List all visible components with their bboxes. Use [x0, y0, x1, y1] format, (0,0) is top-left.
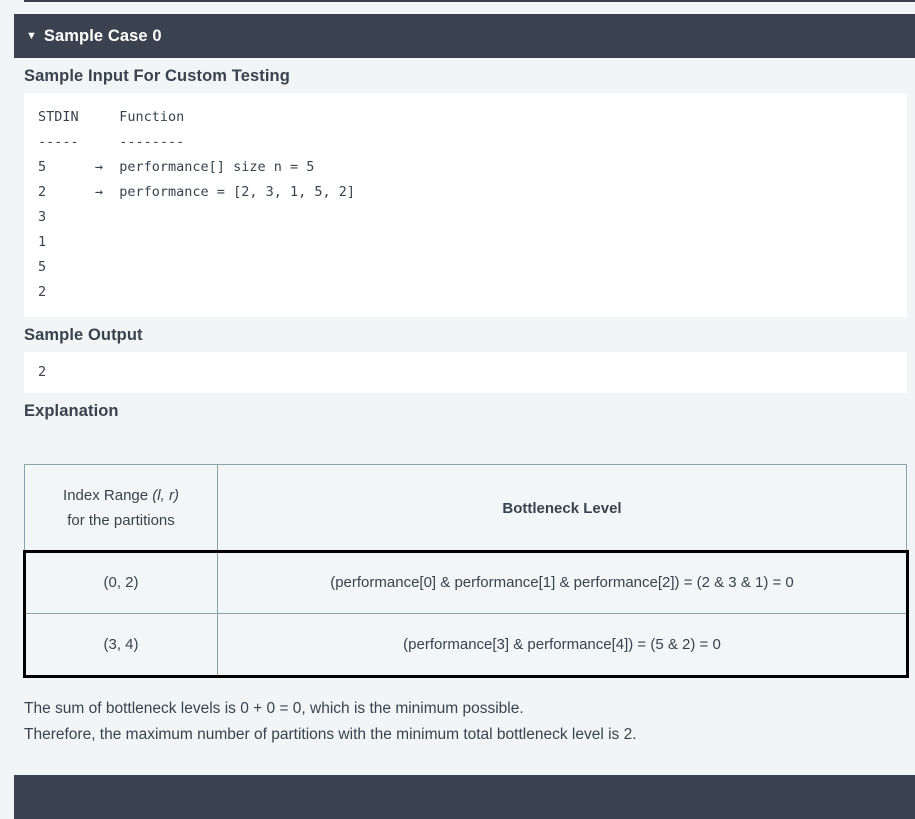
- top-divider: [24, 0, 915, 2]
- bottleneck-table-body: (0, 2) (performance[0] & performance[1] …: [22, 549, 909, 678]
- cell-index-range: (0, 2): [24, 551, 218, 614]
- bottleneck-table: Index Range (l, r) for the partitions Bo…: [22, 464, 909, 678]
- cell-bottleneck-level: (performance[0] & performance[1] & perfo…: [217, 551, 907, 614]
- explanation-line-2: Therefore, the maximum number of partiti…: [24, 726, 637, 743]
- sample-output-heading: Sample Output: [24, 326, 143, 344]
- sample-case-header[interactable]: ▼ Sample Case 0: [14, 14, 915, 58]
- index-range-label: Index Range: [63, 487, 153, 504]
- cell-index-range: (3, 4): [24, 613, 218, 676]
- sample-input-code: STDIN Function ----- -------- 5 → perfor…: [38, 109, 355, 300]
- column-header-bottleneck-level: Bottleneck Level: [217, 464, 907, 552]
- explanation-block: Index Range (l, r) for the partitions Bo…: [14, 428, 915, 748]
- chevron-down-icon[interactable]: ▼: [26, 31, 37, 42]
- sample-input-heading: Sample Input For Custom Testing: [24, 67, 290, 85]
- sample-case-panel: ▼ Sample Case 0 Sample Input For Custom …: [0, 0, 915, 819]
- index-range-params: (l, r): [152, 487, 179, 504]
- next-sample-case-header[interactable]: [14, 775, 915, 819]
- sample-output-codeblock: 2: [24, 352, 907, 393]
- sample-case-title: Sample Case 0: [43, 26, 162, 45]
- sample-input-codeblock: STDIN Function ----- -------- 5 → perfor…: [24, 93, 907, 317]
- explanation-spacer: [24, 428, 907, 464]
- table-row: (0, 2) (performance[0] & performance[1] …: [24, 551, 907, 614]
- table-header-row: Index Range (l, r) for the partitions Bo…: [24, 464, 907, 552]
- table-row: (3, 4) (performance[3] & performance[4])…: [24, 613, 907, 676]
- bottleneck-table-head: Index Range (l, r) for the partitions Bo…: [24, 464, 907, 552]
- index-range-sublabel: for the partitions: [67, 512, 175, 529]
- column-header-index-range: Index Range (l, r) for the partitions: [24, 464, 218, 552]
- sample-output-code: 2: [38, 364, 47, 380]
- cell-bottleneck-level: (performance[3] & performance[4]) = (5 &…: [217, 613, 907, 676]
- explanation-line-1: The sum of bottleneck levels is 0 + 0 = …: [24, 700, 524, 717]
- explanation-paragraph: The sum of bottleneck levels is 0 + 0 = …: [24, 676, 907, 748]
- explanation-heading: Explanation: [24, 402, 119, 420]
- sample-case-body: Sample Input For Custom Testing STDIN Fu…: [14, 58, 915, 781]
